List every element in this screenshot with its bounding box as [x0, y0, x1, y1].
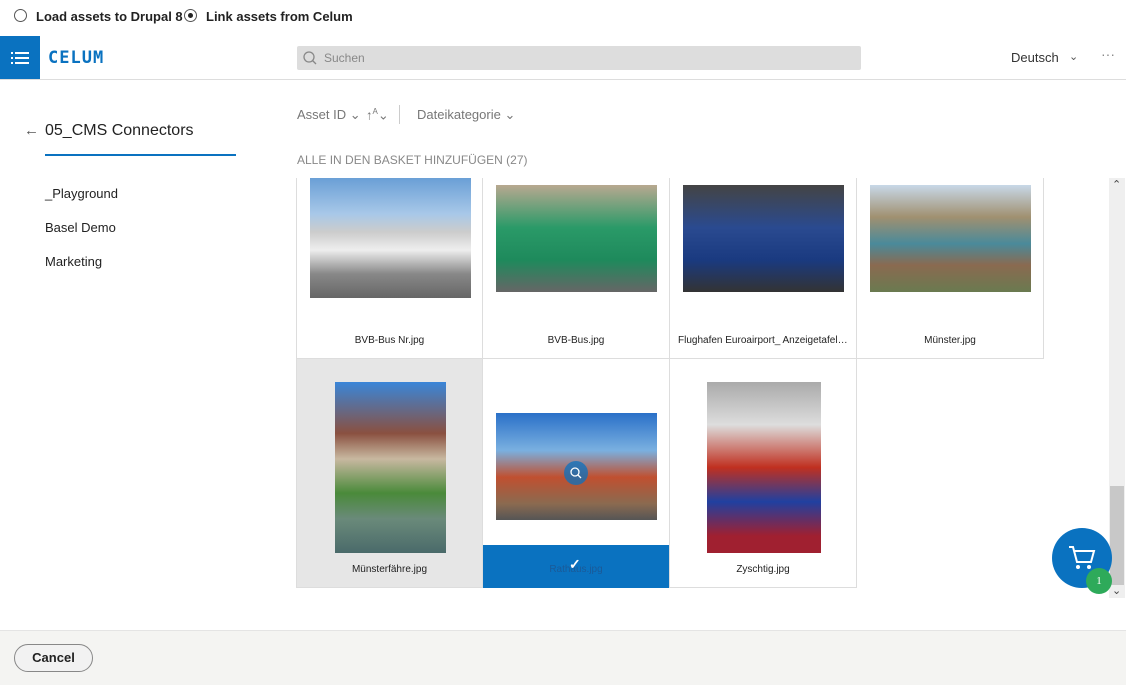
- add-all-to-basket-link[interactable]: ALLE IN DEN BASKET HINZUFÜGEN (27): [297, 153, 528, 167]
- asset-thumbnail: [496, 185, 657, 292]
- magnifier-icon: [570, 467, 582, 479]
- radio-load-assets[interactable]: [14, 9, 27, 22]
- asset-card[interactable]: Münster.jpg: [857, 178, 1044, 359]
- asset-card[interactable]: Münsterfähre.jpg: [296, 359, 483, 588]
- asset-name: BVB-Bus.jpg: [547, 335, 605, 346]
- radio-load-assets-label[interactable]: Load assets to Drupal 8: [36, 9, 183, 24]
- celum-logo: CELUM: [48, 48, 105, 68]
- sort-field-label: Asset ID: [297, 107, 347, 122]
- asset-name: Münster.jpg: [924, 335, 976, 346]
- asset-card-selected[interactable]: Rathaus.jpg ✓: [483, 359, 670, 588]
- asset-name: BVB-Bus Nr.jpg: [354, 335, 425, 346]
- asset-thumbnail: [870, 185, 1031, 292]
- toolbar-divider: [399, 105, 400, 124]
- language-select[interactable]: Deutsch: [1011, 50, 1059, 65]
- asset-card[interactable]: BVB-Bus Nr.jpg: [296, 178, 483, 359]
- asset-thumbnail: [683, 185, 844, 292]
- scroll-down-icon[interactable]: ⌄: [1112, 584, 1121, 597]
- asset-thumbnail: [310, 178, 471, 298]
- back-arrow-icon[interactable]: ←: [24, 122, 39, 139]
- category-filter[interactable]: Dateikategorie ⌄: [417, 107, 515, 123]
- asset-card[interactable]: Zyschtig.jpg: [670, 359, 857, 588]
- more-icon[interactable]: ···: [1101, 46, 1115, 62]
- scrollbar[interactable]: ⌃ ⌄: [1109, 178, 1125, 598]
- basket-count-badge: 1: [1086, 568, 1112, 594]
- chevron-down-icon[interactable]: ⌄: [1069, 50, 1078, 63]
- cancel-button[interactable]: Cancel: [14, 644, 93, 672]
- asset-card[interactable]: BVB-Bus.jpg: [483, 178, 670, 359]
- title-underline: [45, 154, 236, 156]
- search-icon: [303, 51, 317, 65]
- sidebar-item-basel-demo[interactable]: Basel Demo: [45, 220, 116, 235]
- menu-button[interactable]: [0, 36, 40, 79]
- menu-icon: [11, 51, 29, 64]
- top-bar: CELUM Suchen Deutsch ⌄ ···: [0, 36, 1126, 80]
- selected-overlay[interactable]: Rathaus.jpg ✓: [483, 545, 669, 588]
- radio-link-assets-label[interactable]: Link assets from Celum: [206, 9, 353, 24]
- sidebar-item-playground[interactable]: _Playground: [45, 186, 118, 201]
- category-filter-label: Dateikategorie: [417, 107, 501, 122]
- preview-zoom-button[interactable]: [564, 461, 588, 485]
- footer: Cancel: [0, 630, 1126, 685]
- sort-field-select[interactable]: Asset ID ⌄: [297, 107, 361, 123]
- asset-thumbnail: [335, 382, 446, 553]
- asset-name: Münsterfähre.jpg: [351, 564, 428, 575]
- scrollbar-thumb[interactable]: [1110, 486, 1124, 585]
- asset-thumbnail: [707, 382, 821, 553]
- sort-direction-icon[interactable]: ↑A⌄: [366, 107, 389, 123]
- scroll-up-icon[interactable]: ⌃: [1112, 178, 1121, 191]
- search-input[interactable]: Suchen: [297, 46, 861, 70]
- radio-link-assets[interactable]: [184, 9, 197, 22]
- cart-icon: [1069, 546, 1096, 569]
- asset-name: Flughafen Euroairport_ Anzeigetafel.jpg: [678, 335, 854, 346]
- asset-name: Zyschtig.jpg: [736, 564, 790, 575]
- checkmark-icon: ✓: [569, 556, 581, 572]
- folder-title: 05_CMS Connectors: [45, 122, 194, 139]
- sidebar-item-marketing[interactable]: Marketing: [45, 254, 102, 269]
- asset-card[interactable]: Flughafen Euroairport_ Anzeigetafel.jpg: [670, 178, 857, 359]
